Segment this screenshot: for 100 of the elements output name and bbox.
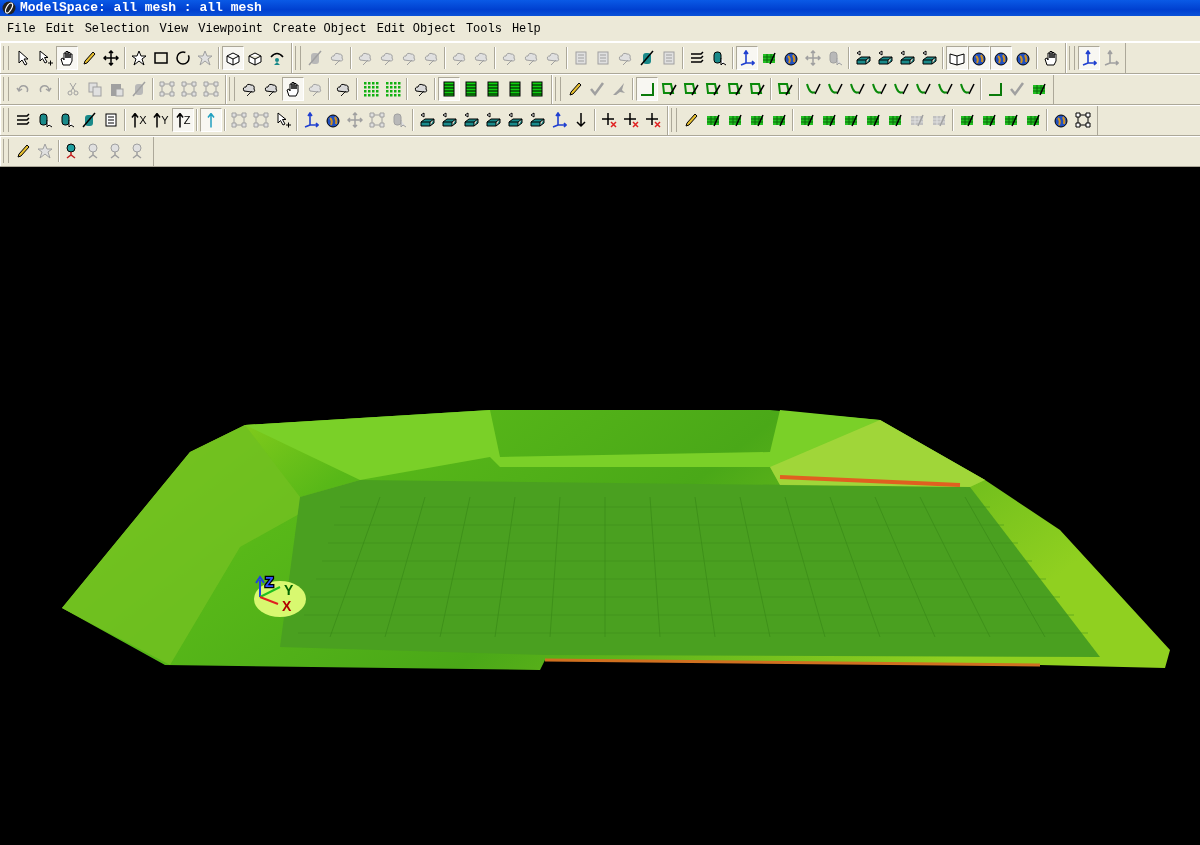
circle-icon (175, 49, 191, 66)
toolbar-button[interactable] (1078, 45, 1100, 70)
menu-item[interactable]: Help (506, 19, 546, 38)
pencil-icon (567, 81, 583, 98)
toolbar-button[interactable] (990, 45, 1012, 70)
move-icon (347, 112, 363, 129)
toolbar-grip[interactable] (3, 77, 9, 102)
menu-item[interactable]: Viewpoint (193, 19, 269, 38)
pencil-icon (81, 49, 97, 66)
dot-grid-icon (385, 81, 401, 98)
document-icon (661, 49, 677, 66)
grid-icon (981, 112, 997, 129)
grid-icon (771, 112, 787, 129)
toolbar-grip[interactable] (229, 77, 235, 102)
globe-icon (325, 112, 341, 129)
cylinder-slash-icon (307, 49, 323, 66)
globe-icon (783, 49, 799, 66)
check-icon (589, 81, 605, 98)
toolbar-button[interactable] (56, 45, 78, 70)
menu-item[interactable]: View (154, 19, 194, 38)
star-icon (197, 49, 213, 66)
cylinder-slash-icon (81, 112, 97, 129)
box-icon (441, 112, 457, 129)
up-arrow-icon (207, 112, 215, 128)
toolbar-grip[interactable] (295, 45, 301, 70)
star-icon (37, 143, 53, 160)
cloud-icon (413, 81, 429, 98)
pencil-icon (683, 112, 699, 129)
toolbar-button[interactable] (438, 77, 460, 102)
menu-item[interactable]: Create Object (268, 19, 372, 38)
axis-label: X (282, 598, 292, 614)
toolbar-grip[interactable] (1069, 45, 1075, 70)
document-icon (103, 112, 119, 129)
frame-icon (369, 112, 385, 129)
grid-icon (799, 112, 815, 129)
cylinder-icon (827, 49, 843, 66)
toolbar-grip[interactable] (555, 77, 561, 102)
scissors-icon (65, 81, 81, 98)
3d-viewport[interactable]: Z Y X (0, 167, 1200, 845)
hand-icon (285, 81, 301, 98)
copy-icon (87, 81, 103, 98)
axes-icon (551, 112, 567, 129)
cylinder-slash-icon (131, 81, 147, 98)
menu-item[interactable]: Tools (460, 19, 507, 38)
hand-icon (59, 49, 75, 66)
bars-icon (529, 81, 545, 98)
axis-letter: Z (183, 114, 191, 126)
move-cross-icon (623, 112, 639, 129)
menu-item[interactable]: Edit (40, 19, 80, 38)
check-icon (1009, 81, 1025, 98)
layers-icon (689, 49, 705, 66)
toolbar-button[interactable] (282, 77, 304, 102)
axes-icon (1081, 49, 1097, 66)
toolbar-grip[interactable] (671, 108, 677, 133)
frame-icon (203, 81, 219, 98)
toolbar-button[interactable] (968, 45, 990, 70)
toolbar-button[interactable] (222, 45, 244, 70)
globe-icon (971, 49, 987, 66)
axes-icon (1103, 49, 1119, 66)
star-icon (131, 49, 147, 66)
move-cross-icon (601, 112, 617, 129)
grid-icon (931, 112, 947, 129)
box-icon (877, 49, 893, 66)
pointer-plus-icon (275, 112, 291, 129)
toolbar-grip[interactable] (3, 45, 9, 70)
window-title: ModelSpace: all mesh : all mesh (20, 0, 262, 16)
box-icon (855, 49, 871, 66)
toolbar-button[interactable] (946, 45, 968, 70)
shape-icon (777, 81, 793, 98)
grid-icon (959, 112, 975, 129)
line-icon (639, 81, 655, 98)
box-icon (463, 112, 479, 129)
frame-icon (1075, 112, 1091, 129)
toolbar-button[interactable]: Y (150, 108, 172, 133)
box-icon (507, 112, 523, 129)
menu-item[interactable]: File (2, 19, 41, 38)
move-cross-icon (645, 112, 661, 129)
grid-icon (909, 112, 925, 129)
up-arrow-icon (153, 112, 162, 128)
toolbar-button[interactable] (736, 45, 758, 70)
toolbar-button[interactable]: X (128, 108, 150, 133)
axes-icon (739, 49, 755, 66)
menu-item[interactable]: Edit Object (371, 19, 461, 38)
toolbar-grip[interactable] (3, 139, 9, 164)
toolbar-button[interactable]: Z (172, 108, 194, 133)
bars-icon (463, 81, 479, 98)
grid-icon (843, 112, 859, 129)
grid-icon (705, 112, 721, 129)
menu-item[interactable]: Selection (79, 19, 155, 38)
cloud-icon (307, 81, 323, 98)
paste-icon (109, 81, 125, 98)
grid-icon (749, 112, 765, 129)
toolbar-grip[interactable] (3, 108, 9, 133)
grid-icon (821, 112, 837, 129)
move-icon (103, 49, 119, 66)
app-logo-icon (2, 1, 16, 15)
globe-icon (1015, 49, 1031, 66)
shape-icon (749, 81, 765, 98)
up-arrow-icon (175, 112, 184, 128)
shape-icon (727, 81, 743, 98)
